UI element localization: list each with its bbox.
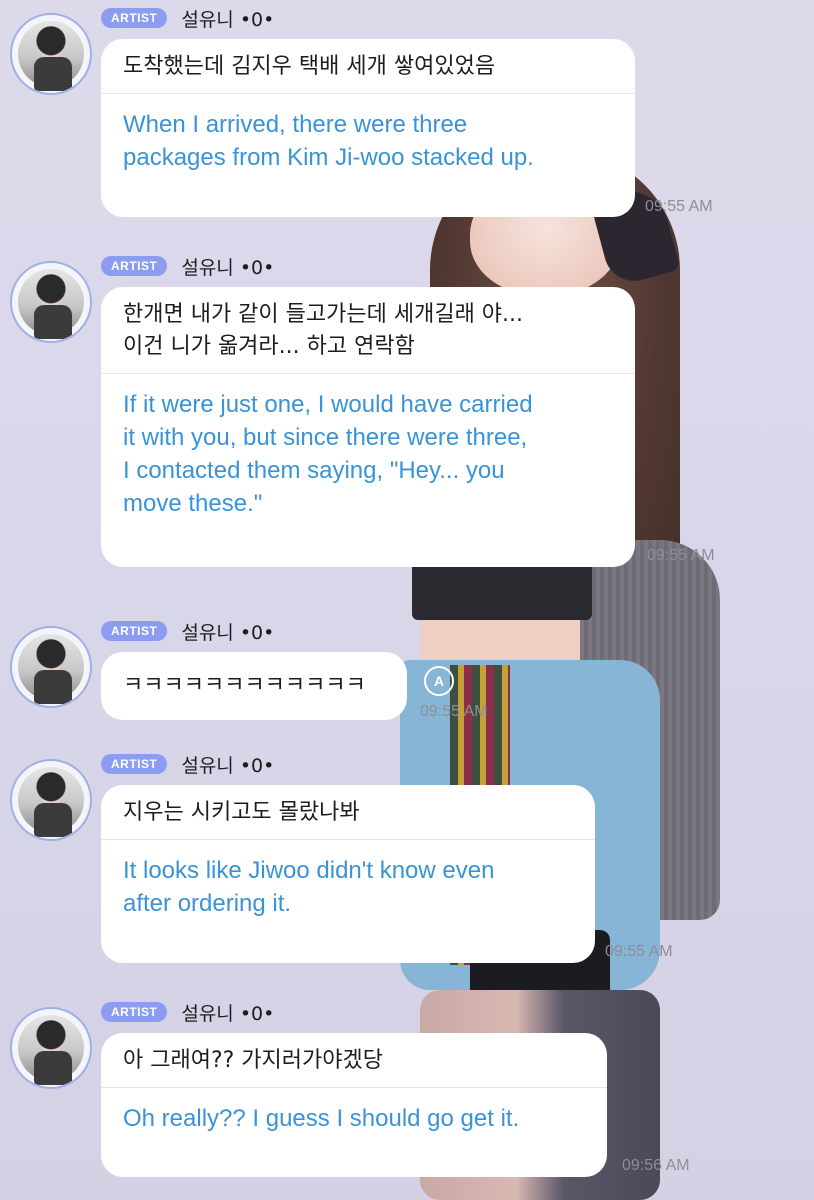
avatar[interactable] [10,261,92,343]
message-header: ARTIST 설유니 •0• [101,5,274,31]
message-timestamp: 09:56 AM [622,1157,690,1174]
message-bubble[interactable]: 한개면 내가 같이 들고가는데 세개길래 야... 이건 니가 옮겨라... 하… [101,287,635,567]
message-header: ARTIST 설유니 •0• [101,618,274,644]
chat-screen: ARTIST 설유니 •0• 도착했는데 김지우 택배 세개 쌓여있었음 Whe… [0,0,814,1200]
message-original-text: 지우는 시키고도 몰랐나봐 [123,800,360,825]
message-timestamp: 09:55 AM [605,943,673,960]
message-header: ARTIST 설유니 •0• [101,751,274,777]
artist-badge: ARTIST [101,256,168,276]
sender-nickname[interactable]: 설유니 •0• [181,5,274,32]
message-header: ARTIST 설유니 •0• [101,999,274,1025]
avatar[interactable] [10,759,92,841]
artist-badge: ARTIST [101,621,168,641]
sender-nickname[interactable]: 설유니 •0• [181,751,274,778]
message-bubble[interactable]: 아 그래여?? 가지러가야겠당 Oh really?? I guess I sh… [101,1033,607,1177]
sender-nickname[interactable]: 설유니 •0• [181,618,274,645]
sender-nickname[interactable]: 설유니 •0• [181,253,274,280]
message-timestamp: 09:55 AM [645,198,713,215]
message-translation-text: It looks like Jiwoo didn't know even aft… [123,857,495,917]
avatar[interactable] [10,13,92,95]
message-translation-text: Oh really?? I guess I should go get it. [123,1105,520,1132]
sender-nickname[interactable]: 설유니 •0• [181,999,274,1026]
translate-icon[interactable]: A [424,666,454,696]
avatar[interactable] [10,626,92,708]
message-original-text: 아 그래여?? 가지러가야겠당 [123,1048,383,1073]
background-photo-top [412,560,592,620]
message-original-text: 도착했는데 김지우 택배 세개 쌓여있었음 [123,54,496,79]
message-timestamp: 09:55 AM [420,703,488,720]
artist-badge: ARTIST [101,1002,168,1022]
artist-badge: ARTIST [101,8,168,28]
avatar[interactable] [10,1007,92,1089]
message-header: ARTIST 설유니 •0• [101,253,274,279]
message-original-text: 한개면 내가 같이 들고가는데 세개길래 야... 이건 니가 옮겨라... 하… [123,302,524,359]
background-photo-midriff [420,560,580,670]
message-bubble[interactable]: 지우는 시키고도 몰랐나봐 It looks like Jiwoo didn't… [101,785,595,963]
artist-badge: ARTIST [101,754,168,774]
message-timestamp: 09:55 AM [647,547,715,564]
message-translation-text: If it were just one, I would have carrie… [123,391,533,517]
message-bubble[interactable]: ㅋㅋㅋㅋㅋㅋㅋㅋㅋㅋㅋㅋ [101,652,407,720]
message-bubble[interactable]: 도착했는데 김지우 택배 세개 쌓여있었음 When I arrived, th… [101,39,635,217]
message-original-text: ㅋㅋㅋㅋㅋㅋㅋㅋㅋㅋㅋㅋ [123,673,366,698]
message-translation-text: When I arrived, there were three package… [123,111,534,171]
